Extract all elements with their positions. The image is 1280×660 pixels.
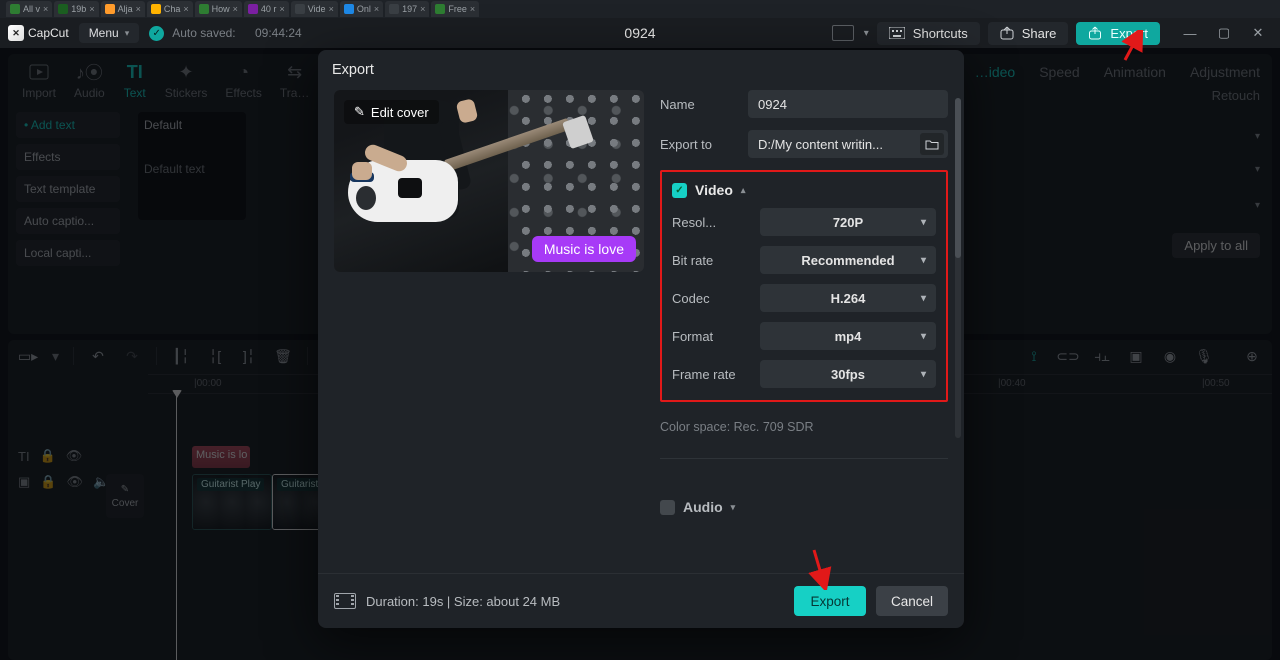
name-input[interactable]: 0924 bbox=[748, 90, 948, 118]
color-space-note: Color space: Rec. 709 SDR bbox=[660, 420, 948, 434]
share-button[interactable]: Share bbox=[988, 22, 1069, 45]
audio-checkbox-icon[interactable]: ✓ bbox=[660, 500, 675, 515]
audio-section-toggle[interactable]: ✓ Audio ▾ bbox=[660, 499, 948, 515]
bitrate-label: Bit rate bbox=[672, 253, 750, 268]
framerate-label: Frame rate bbox=[672, 367, 750, 382]
codec-select[interactable]: H.264▾ bbox=[760, 284, 936, 312]
menu-button[interactable]: Menu▾ bbox=[79, 23, 140, 43]
pencil-icon: ✎ bbox=[354, 104, 365, 120]
format-label: Format bbox=[672, 329, 750, 344]
browser-tab-strip: All v× 19b× Alja× Cha× How× 40 r× Vide× … bbox=[0, 0, 1280, 18]
folder-icon[interactable] bbox=[920, 133, 944, 155]
export-modal: Export ✎ bbox=[318, 50, 964, 628]
video-checkbox-icon[interactable]: ✓ bbox=[672, 183, 687, 198]
close-button[interactable]: ✕ bbox=[1244, 22, 1272, 44]
video-settings-highlight: ✓ Video ▴ Resol... 720P▾ Bit rate Recomm… bbox=[660, 170, 948, 402]
film-icon bbox=[334, 593, 356, 609]
cover-preview: ✎ Edit cover Music is love bbox=[334, 90, 644, 272]
cancel-button[interactable]: Cancel bbox=[876, 586, 948, 616]
format-select[interactable]: mp4▾ bbox=[760, 322, 936, 350]
autosave-indicator: ✓ Auto saved: 09:44:24 bbox=[149, 26, 301, 41]
video-section-toggle[interactable]: ✓ Video ▴ bbox=[672, 182, 936, 198]
export-footer-info: Duration: 19s | Size: about 24 MB bbox=[366, 594, 560, 609]
share-icon bbox=[1000, 26, 1014, 40]
bitrate-select[interactable]: Recommended▾ bbox=[760, 246, 936, 274]
modal-title: Export bbox=[318, 50, 964, 86]
codec-label: Codec bbox=[672, 291, 750, 306]
resolution-select[interactable]: 720P▾ bbox=[760, 208, 936, 236]
shortcuts-button[interactable]: Shortcuts bbox=[877, 22, 980, 45]
cover-badge: Music is love bbox=[532, 236, 636, 262]
app-bar: ✕CapCut Menu▾ ✓ Auto saved: 09:44:24 092… bbox=[0, 18, 1280, 48]
export-icon bbox=[1088, 26, 1102, 40]
project-title: 0924 bbox=[624, 25, 655, 41]
modal-scrollbar[interactable] bbox=[955, 98, 961, 438]
edit-cover-button[interactable]: ✎ Edit cover bbox=[344, 100, 439, 124]
export-path-input[interactable]: D:/My content writin... bbox=[748, 130, 948, 158]
maximize-button[interactable]: ▢ bbox=[1210, 22, 1238, 44]
aspect-ratio-indicator[interactable] bbox=[832, 25, 854, 41]
export-confirm-button[interactable]: Export bbox=[794, 586, 866, 616]
export-to-label: Export to bbox=[660, 137, 738, 152]
app-logo: ✕CapCut bbox=[8, 25, 69, 41]
framerate-select[interactable]: 30fps▾ bbox=[760, 360, 936, 388]
export-button-top[interactable]: Export bbox=[1076, 22, 1160, 45]
minimize-button[interactable]: — bbox=[1176, 22, 1204, 44]
window-controls: — ▢ ✕ bbox=[1176, 22, 1272, 44]
keyboard-icon bbox=[889, 27, 905, 39]
name-label: Name bbox=[660, 97, 738, 112]
resolution-label: Resol... bbox=[672, 215, 750, 230]
